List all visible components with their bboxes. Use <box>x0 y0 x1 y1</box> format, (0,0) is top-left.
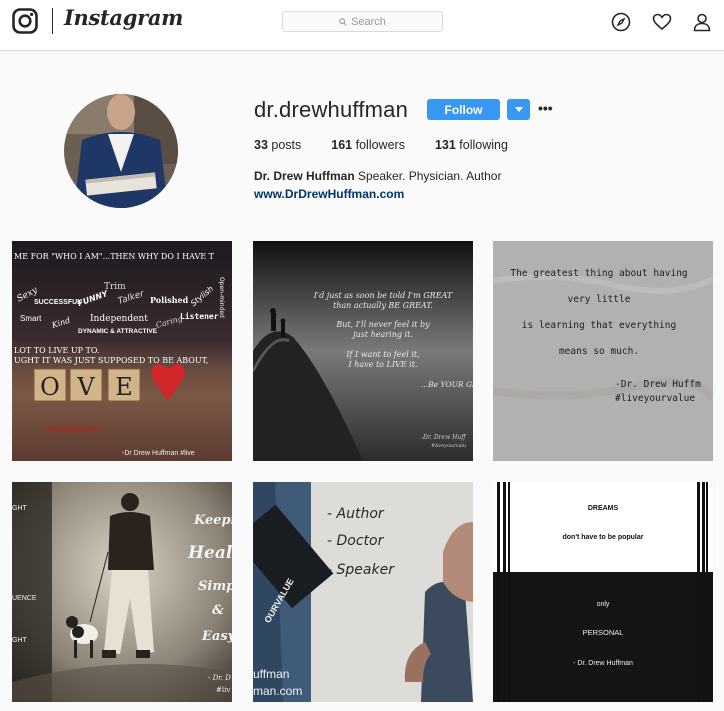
post1-tile: O <box>40 373 60 401</box>
instagram-logo-icon[interactable] <box>12 8 38 34</box>
post1-word: Open-minded <box>218 277 225 318</box>
followers-count: 161 <box>331 138 353 152</box>
profile-bio: Dr. Drew Huffman Speaker. Physician. Aut… <box>254 169 501 183</box>
post1-word: Trim <box>104 282 126 292</box>
post-thumbnail-1[interactable]: ME FOR "WHO I AM"...THEN WHY DO I HAVE T… <box>12 241 232 461</box>
post1-line3: UGHT IT WAS JUST SUPPOSED TO BE ABOUT, <box>14 356 208 365</box>
posts-label: posts <box>271 138 302 152</box>
suggested-dropdown-button[interactable] <box>507 99 530 120</box>
profile-avatar <box>64 94 178 208</box>
post1-word: Independent <box>90 314 148 324</box>
following-count: 131 <box>434 138 456 152</box>
post5-bottom-text: man.com <box>253 684 302 698</box>
search-placeholder: Search <box>351 15 386 28</box>
post2-line3: But, I'll never feel it by <box>335 320 430 329</box>
post-thumbnail-6[interactable]: DREAMS don't have to be popular only PER… <box>493 482 713 702</box>
post-thumbnail-2[interactable]: I'd just as soon be told I'm GREAT than … <box>253 241 473 461</box>
post6-signature: - Dr. Drew Huffman <box>573 660 633 667</box>
post4-word: Simp <box>198 579 232 594</box>
post2-line5: If I want to feel it, <box>345 350 419 359</box>
post2-line6: I have to LIVE it. <box>348 360 418 369</box>
post-thumbnail-3[interactable]: The greatest thing about having very lit… <box>493 241 713 461</box>
post1-tile: E <box>115 373 133 401</box>
post5-line3: - Speaker <box>327 562 395 578</box>
post2-line2: than actually BE GREAT. <box>333 301 433 310</box>
post4-hashtag: #liv <box>216 686 230 694</box>
search-input[interactable]: Search <box>282 11 443 32</box>
following-label: following <box>459 138 508 152</box>
nav-divider <box>52 8 53 34</box>
post6-line: only <box>597 601 610 608</box>
profile-website-link[interactable]: www.DrDrewHuffman.com <box>254 187 404 201</box>
post4-left-text: UENCE <box>12 595 37 602</box>
post2-signature: -Dr. Drew Huff <box>421 434 467 441</box>
post5-line1: - Author <box>327 506 385 522</box>
post1-signature: -Dr Drew Huffman #live <box>122 450 195 457</box>
post4-signature: - Dr. D <box>208 674 231 682</box>
search-icon <box>339 17 347 26</box>
post1-tile: V <box>76 373 95 401</box>
follow-button[interactable]: Follow <box>427 99 500 120</box>
post1-word: DYNAMIC & ATTRACTIVE <box>78 328 158 335</box>
post1-word: Smart <box>20 314 42 323</box>
post6-line: PERSONAL <box>583 628 624 637</box>
followers-label: followers <box>355 138 405 152</box>
post2-line1: I'd just as soon be told I'm GREAT <box>313 291 453 300</box>
following-stat[interactable]: 131 following <box>435 138 508 152</box>
post3-line4: means so much. <box>559 346 639 357</box>
post3-line3: is learning that everything <box>522 320 676 331</box>
caret-down-icon <box>514 107 523 112</box>
profile-bio-text: Speaker. Physician. Author <box>358 169 502 183</box>
post1-line2: LOT TO LIVE UP TO. <box>14 346 99 355</box>
heart-icon[interactable] <box>652 12 672 32</box>
post1-word: Listener <box>180 311 219 321</box>
posts-count: 33 <box>254 138 268 152</box>
post4-word: Healt <box>187 543 232 563</box>
post4-left-text: GHT <box>12 505 28 512</box>
post4-word: Easy <box>201 629 232 644</box>
post-thumbnail-4[interactable]: Keepin Healt Simp & Easy GHT UENCE GHT -… <box>12 482 232 702</box>
posts-stat: 33 posts <box>254 138 301 152</box>
post3-line2: very little <box>568 294 631 305</box>
post2-line7: ...Be YOUR GR <box>421 380 473 389</box>
post2-hashtag: #liveyourvalu <box>431 443 467 449</box>
profile-username: dr.drewhuffman <box>254 97 409 122</box>
top-navigation-bar: Instagram Search <box>0 0 724 51</box>
followers-stat[interactable]: 161 followers <box>331 138 405 152</box>
profile-stats: 33 posts 161 followers 131 following <box>254 138 538 152</box>
post6-title: DREAMS <box>588 505 619 512</box>
more-options-icon[interactable]: ••• <box>538 100 553 116</box>
post2-line4: just hearing it. <box>351 330 413 339</box>
post4-left-text: GHT <box>12 637 28 644</box>
post1-line1: ME FOR "WHO I AM"...THEN WHY DO I HAVE T <box>14 252 215 261</box>
post3-signature: -Dr. Drew Huffm <box>615 379 701 390</box>
post5-line2: - Doctor <box>327 533 385 549</box>
post1-word: Polished <box>150 295 189 305</box>
post5-bottom-text: uffman <box>253 667 289 681</box>
post6-line: don't have to be popular <box>563 534 644 541</box>
compass-icon[interactable] <box>611 12 631 32</box>
post3-line1: The greatest thing about having <box>510 268 687 279</box>
post4-word: & <box>212 603 224 618</box>
post-thumbnail-5[interactable]: OURVALUE - Author - Doctor - Speaker uff… <box>253 482 473 702</box>
profile-full-name: Dr. Drew Huffman <box>254 169 355 183</box>
post1-word: SUCCESSFUL <box>34 299 82 306</box>
post4-word: Keepin <box>193 513 232 528</box>
person-icon[interactable] <box>692 12 712 32</box>
post3-hashtag: #liveyourvalue <box>615 393 695 404</box>
instagram-wordmark[interactable]: Instagram <box>64 5 183 30</box>
